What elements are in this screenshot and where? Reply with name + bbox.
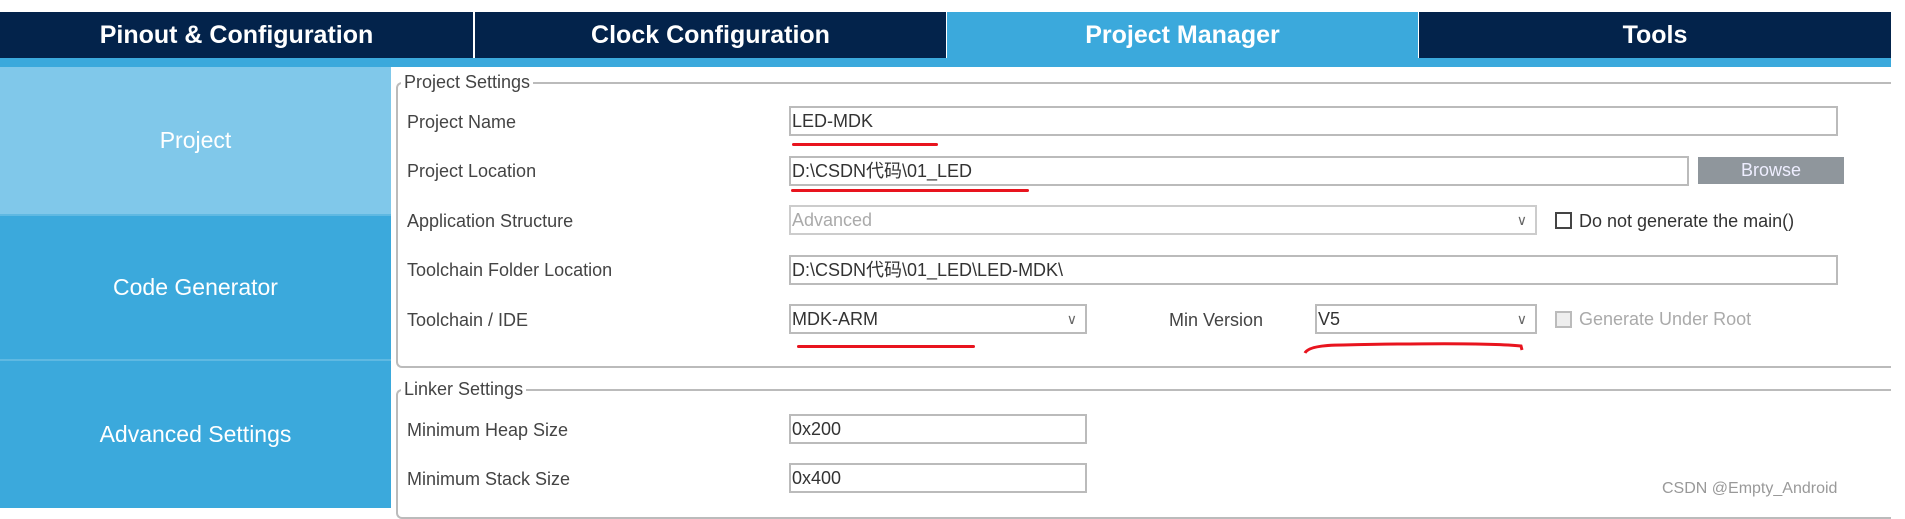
application-structure-value: Advanced [792,210,873,230]
sidebar-item-project[interactable]: Project [0,67,391,216]
min-version-label: Min Version [1169,310,1264,330]
toolchain-ide-select[interactable]: MDK-ARM ∨ [789,304,1087,334]
stack-size-label: Minimum Stack Size [407,469,571,489]
annotation-underline [791,189,1029,192]
chevron-down-icon: ∨ [1516,311,1527,327]
project-location-label: Project Location [407,161,537,181]
tab-stripe [0,58,1891,67]
linker-settings-group [396,389,1891,519]
browse-button[interactable]: Browse [1698,157,1844,184]
sidebar-item-code-generator[interactable]: Code Generator [0,216,391,361]
generate-under-root-label: Generate Under Root [1579,309,1752,329]
project-location-input[interactable]: D:\CSDN代码\01_LED [789,156,1689,186]
generate-under-root-checkbox[interactable] [1555,311,1572,328]
toolchain-folder-label: Toolchain Folder Location [407,260,613,280]
project-settings-legend: Project Settings [401,72,534,93]
stack-size-input[interactable]: 0x400 [789,463,1087,493]
watermark: CSDN @Empty_Android [1662,480,1838,497]
project-name-label: Project Name [407,112,517,132]
toolchain-folder-input[interactable]: D:\CSDN代码\01_LED\LED-MDK\ [789,255,1838,285]
tab-project-manager[interactable]: Project Manager [947,12,1418,58]
do-not-generate-main-label: Do not generate the main() [1579,211,1795,231]
annotation-underline [792,143,938,146]
heap-size-label: Minimum Heap Size [407,420,569,440]
tab-tools[interactable]: Tools [1419,12,1891,58]
do-not-generate-main-checkbox[interactable] [1555,212,1572,229]
min-version-value: V5 [1318,309,1341,329]
application-structure-label: Application Structure [407,211,574,231]
min-version-select[interactable]: V5 ∨ [1315,304,1537,334]
tab-clock-configuration[interactable]: Clock Configuration [475,12,946,58]
sidebar-item-advanced-settings[interactable]: Advanced Settings [0,361,391,508]
chevron-down-icon: ∨ [1516,212,1527,228]
annotation-underline [797,345,975,348]
chevron-down-icon: ∨ [1066,311,1077,327]
application-structure-select[interactable]: Advanced ∨ [789,205,1537,235]
annotation-underline [1303,342,1524,354]
linker-settings-legend: Linker Settings [401,379,527,400]
toolchain-ide-value: MDK-ARM [792,309,878,329]
toolchain-ide-label: Toolchain / IDE [407,310,529,330]
project-name-input[interactable]: LED-MDK [789,106,1838,136]
tab-pinout-configuration[interactable]: Pinout & Configuration [0,12,473,58]
heap-size-input[interactable]: 0x200 [789,414,1087,444]
